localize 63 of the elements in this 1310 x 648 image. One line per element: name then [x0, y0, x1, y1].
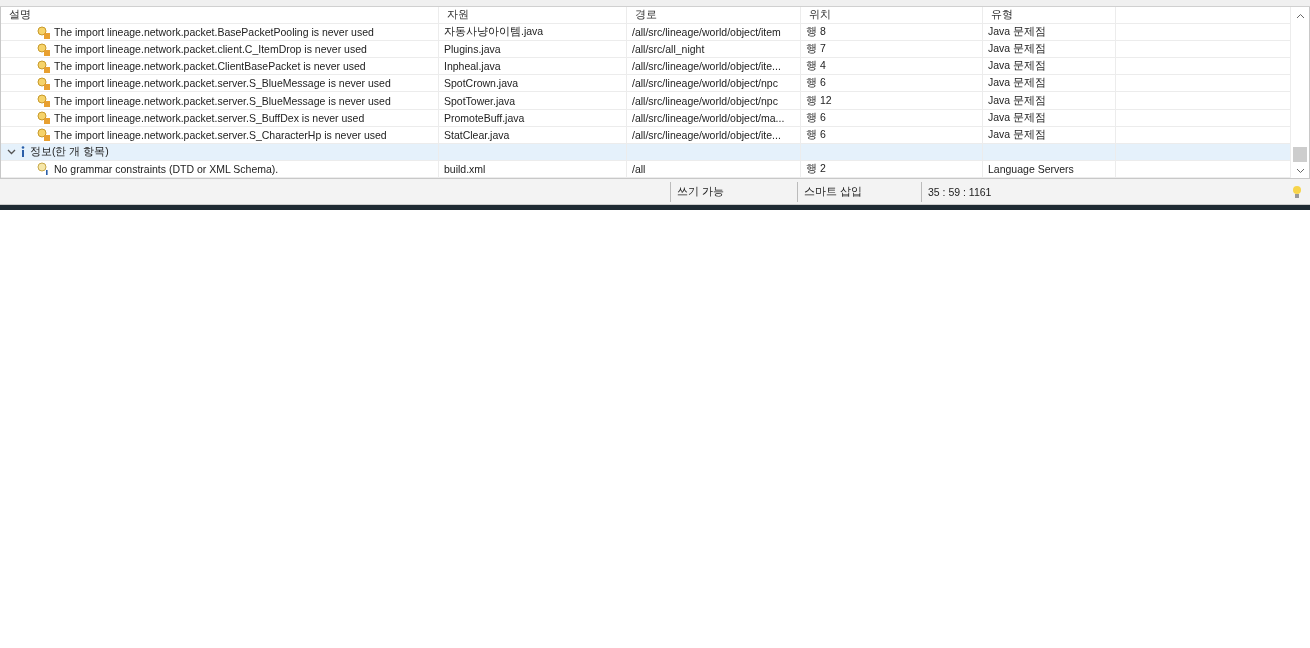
path-cell: /all/src/lineage/world/object/item — [632, 26, 781, 39]
location-cell: 행 6 — [806, 76, 826, 91]
type-cell: Java 문제점 — [988, 59, 1047, 74]
location-cell: 행 8 — [806, 25, 826, 40]
path-cell: /all/src/lineage/world/object/ite... — [632, 60, 781, 73]
column-header[interactable]: 설명 — [9, 8, 31, 23]
problem-description: The import lineage.network.packet.BasePacketPooling is never used — [54, 26, 374, 39]
column-header[interactable]: 경로 — [635, 8, 657, 23]
warning-lightbulb-icon — [37, 76, 50, 90]
info-lightbulb-icon — [37, 162, 50, 176]
problem-description: The import lineage.network.packet.server.S_BlueMessage is never used — [54, 77, 391, 90]
location-cell: 행 6 — [806, 127, 826, 142]
resource-cell: Inpheal.java — [444, 60, 501, 73]
resource-cell: SpotCrown.java — [444, 77, 519, 90]
path-cell: /all/src/lineage/world/object/npc — [632, 94, 778, 107]
location-cell: 행 4 — [806, 59, 826, 74]
problem-description: No grammar constraints (DTD or XML Schema). — [54, 162, 279, 175]
problem-description: The import lineage.network.packet.server.S_BlueMessage is never used — [54, 94, 391, 107]
problem-description: The import lineage.network.packet.server.S_BuffDex is never used — [54, 111, 365, 124]
column-header[interactable]: 유형 — [991, 8, 1013, 23]
resource-cell: SpotTower.java — [444, 94, 516, 107]
problem-description: The import lineage.network.packet.server.S_CharacterHp is never used — [54, 128, 387, 141]
location-cell: 행 6 — [806, 110, 826, 125]
scroll-up-icon[interactable] — [1295, 13, 1305, 19]
problem-description: The import lineage.network.packet.ClientBasePacket is never used — [54, 60, 366, 73]
resource-cell: build.xml — [444, 162, 486, 175]
group-label: 정보(한 개 항목) — [30, 144, 109, 159]
lightbulb-icon[interactable] — [1292, 184, 1302, 199]
warning-lightbulb-icon — [37, 128, 50, 142]
resource-cell: PromoteBuff.java — [444, 111, 525, 124]
warning-lightbulb-icon — [37, 111, 50, 125]
column-header[interactable]: 자원 — [447, 8, 469, 23]
warning-lightbulb-icon — [37, 59, 50, 73]
resource-cell: 자동사냥아이템.java — [444, 25, 544, 40]
chevron-icon[interactable] — [7, 147, 16, 157]
column-header[interactable]: 위치 — [809, 8, 831, 23]
type-cell: Java 문제점 — [988, 76, 1047, 91]
info-icon — [20, 146, 26, 158]
status-cursor-position: 35 : 59 : 1161 — [928, 185, 992, 198]
scrollbar-thumb[interactable] — [1293, 147, 1307, 162]
resource-cell: StatClear.java — [444, 128, 510, 141]
type-cell: Java 문제점 — [988, 25, 1047, 40]
path-cell: /all/src/lineage/world/object/ma... — [632, 111, 785, 124]
warning-lightbulb-icon — [37, 42, 50, 56]
path-cell: /all/src/lineage/world/object/ite... — [632, 128, 781, 141]
status-writable: 쓰기 가능 — [677, 184, 724, 199]
warning-lightbulb-icon — [37, 25, 50, 39]
status-insert-mode: 스마트 삽입 — [804, 184, 862, 199]
location-cell: 행 2 — [806, 161, 826, 176]
scroll-down-icon[interactable] — [1295, 168, 1305, 174]
type-cell: Java 문제점 — [988, 127, 1047, 142]
path-cell: /all/src/lineage/world/object/npc — [632, 77, 778, 90]
type-cell: Java 문제점 — [988, 42, 1047, 57]
problem-description: The import lineage.network.packet.client.C_ItemDrop is never used — [54, 43, 367, 56]
warning-lightbulb-icon — [37, 94, 50, 107]
type-cell: Java 문제점 — [988, 93, 1047, 108]
resource-cell: Plugins.java — [444, 43, 501, 56]
type-cell: Language Servers — [988, 162, 1074, 175]
path-cell: /all/src/all_night — [632, 43, 705, 56]
location-cell: 행 12 — [806, 93, 832, 108]
path-cell: /all — [632, 162, 646, 175]
type-cell: Java 문제점 — [988, 110, 1047, 125]
location-cell: 행 7 — [806, 42, 826, 57]
